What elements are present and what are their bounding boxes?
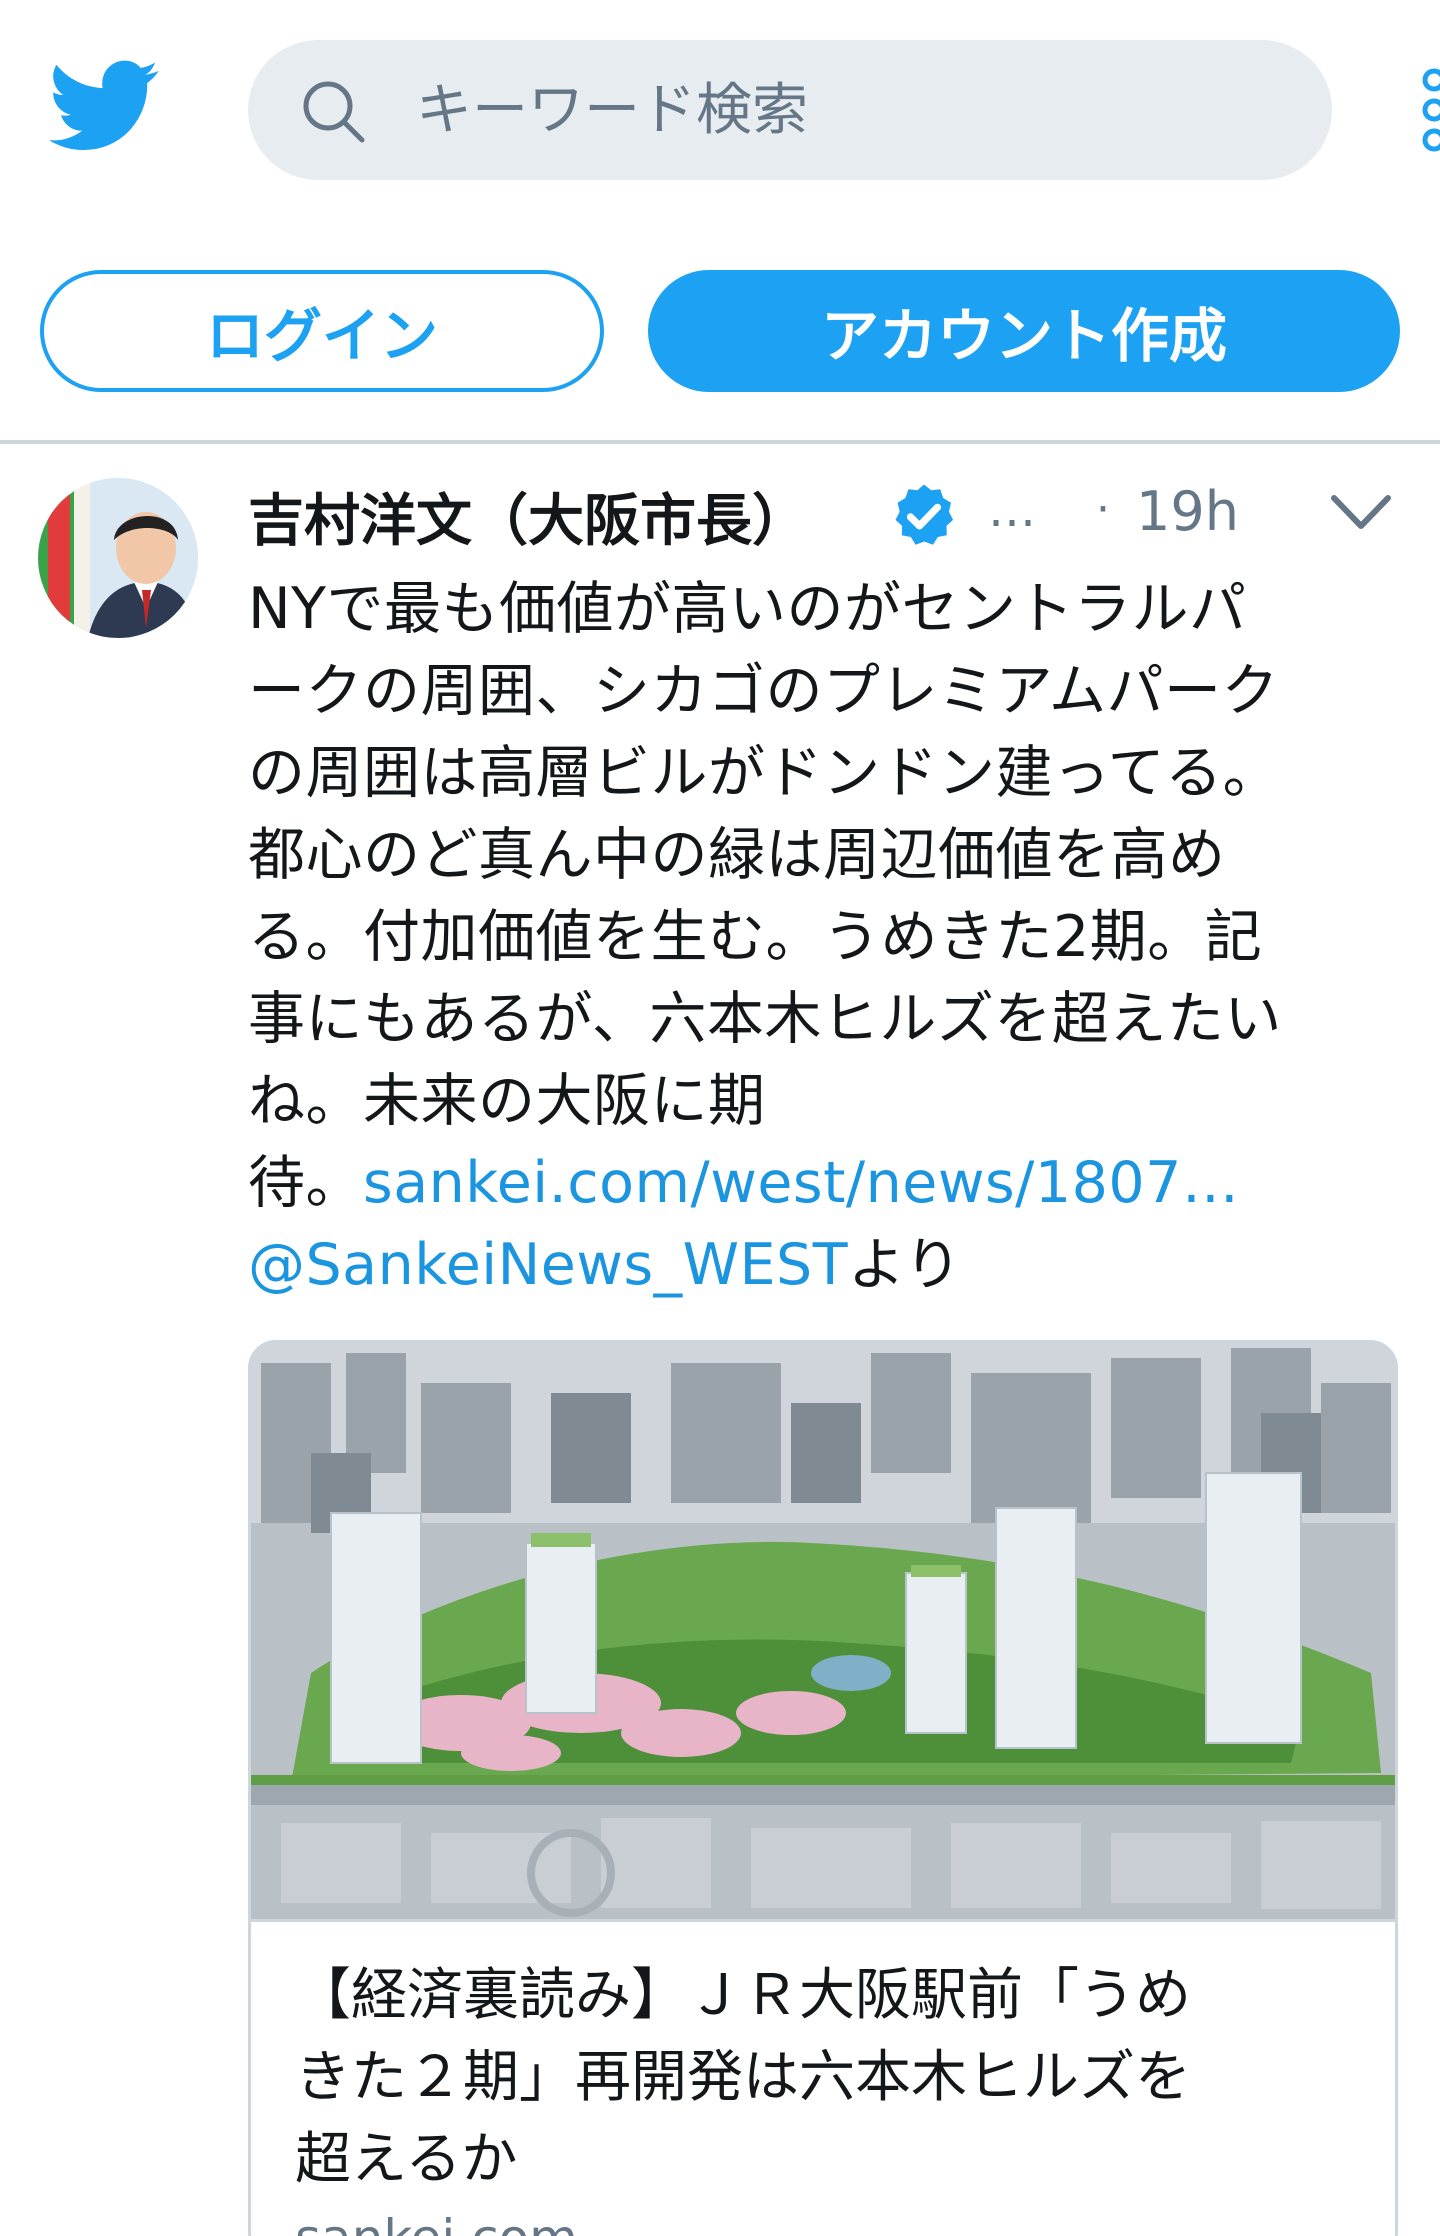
- search-bar[interactable]: [248, 40, 1332, 180]
- card-title-line: 【経済裏読み】ＪＲ大阪駅前「うめ: [295, 1963, 1191, 2028]
- signup-button[interactable]: アカウント作成: [648, 270, 1400, 392]
- card-title-line: 超えるか: [295, 2127, 518, 2192]
- chevron-down-icon[interactable]: [1328, 490, 1394, 534]
- link-card[interactable]: 【経済裏読み】ＪＲ大阪駅前「うめ きた２期」再開発は六本木ヒルズを 超えるか s…: [248, 1340, 1398, 2236]
- tweet-text-line: る。付加価値を生む。うめきた2期。記: [248, 904, 1263, 970]
- tweet-text-line: NYで最も価値が高いのがセントラルパ: [248, 576, 1247, 642]
- tweet-text-line: 都心のど真ん中の緑は周辺価値を高め: [248, 822, 1226, 888]
- verified-badge-icon: [895, 484, 954, 545]
- article-image[interactable]: [251, 1343, 1398, 1919]
- more-icon[interactable]: [1420, 60, 1440, 160]
- tweet-text-line: 事にもあるが、六本木ヒルズを超えたい: [248, 986, 1282, 1052]
- search-icon: [303, 81, 365, 143]
- avatar[interactable]: [38, 478, 198, 638]
- tweet-text-fragment: 待。: [248, 1150, 363, 1216]
- tweet-header: 吉村洋文（大阪市長） … · 19h: [248, 470, 1418, 560]
- article-link[interactable]: sankei.com/west/news/1807…: [363, 1150, 1239, 1216]
- card-title[interactable]: 【経済裏読み】ＪＲ大阪駅前「うめ きた２期」再開発は六本木ヒルズを 超えるか: [295, 1955, 1375, 2201]
- tweet-text-line: の周囲は高層ビルがドンドン建ってる。: [248, 740, 1281, 806]
- tweet-text: NYで最も価値が高いのがセントラルパ ークの周囲、シカゴのプレミアムパーク の周…: [248, 568, 1388, 1306]
- top-bar: [0, 0, 1440, 200]
- login-button[interactable]: ログイン: [40, 270, 604, 392]
- tweet-text-line: ークの周囲、シカゴのプレミアムパーク: [248, 658, 1280, 724]
- time-separator: ·: [1096, 484, 1110, 535]
- author-handle[interactable]: …: [988, 482, 1036, 538]
- tweet-text-line: 待。sankei.com/west/news/1807…: [248, 1142, 1388, 1224]
- twitter-bird-icon[interactable]: [50, 58, 160, 154]
- card-domain: sankei.com: [295, 2209, 578, 2236]
- search-input[interactable]: [416, 70, 1296, 150]
- tweet-text-fragment: より: [848, 1232, 962, 1298]
- author-name[interactable]: 吉村洋文（大阪市長）: [248, 476, 808, 557]
- tweet-text-line: @SankeiNews_WESTより: [248, 1224, 1388, 1306]
- mention-link[interactable]: @SankeiNews_WEST: [248, 1232, 848, 1298]
- divider: [0, 440, 1440, 444]
- card-divider: [251, 1919, 1395, 1922]
- tweet-timestamp[interactable]: 19h: [1136, 480, 1239, 543]
- tweet-text-line: ね。未来の大阪に期: [248, 1068, 766, 1134]
- card-title-line: きた２期」再開発は六本木ヒルズを: [295, 2045, 1191, 2110]
